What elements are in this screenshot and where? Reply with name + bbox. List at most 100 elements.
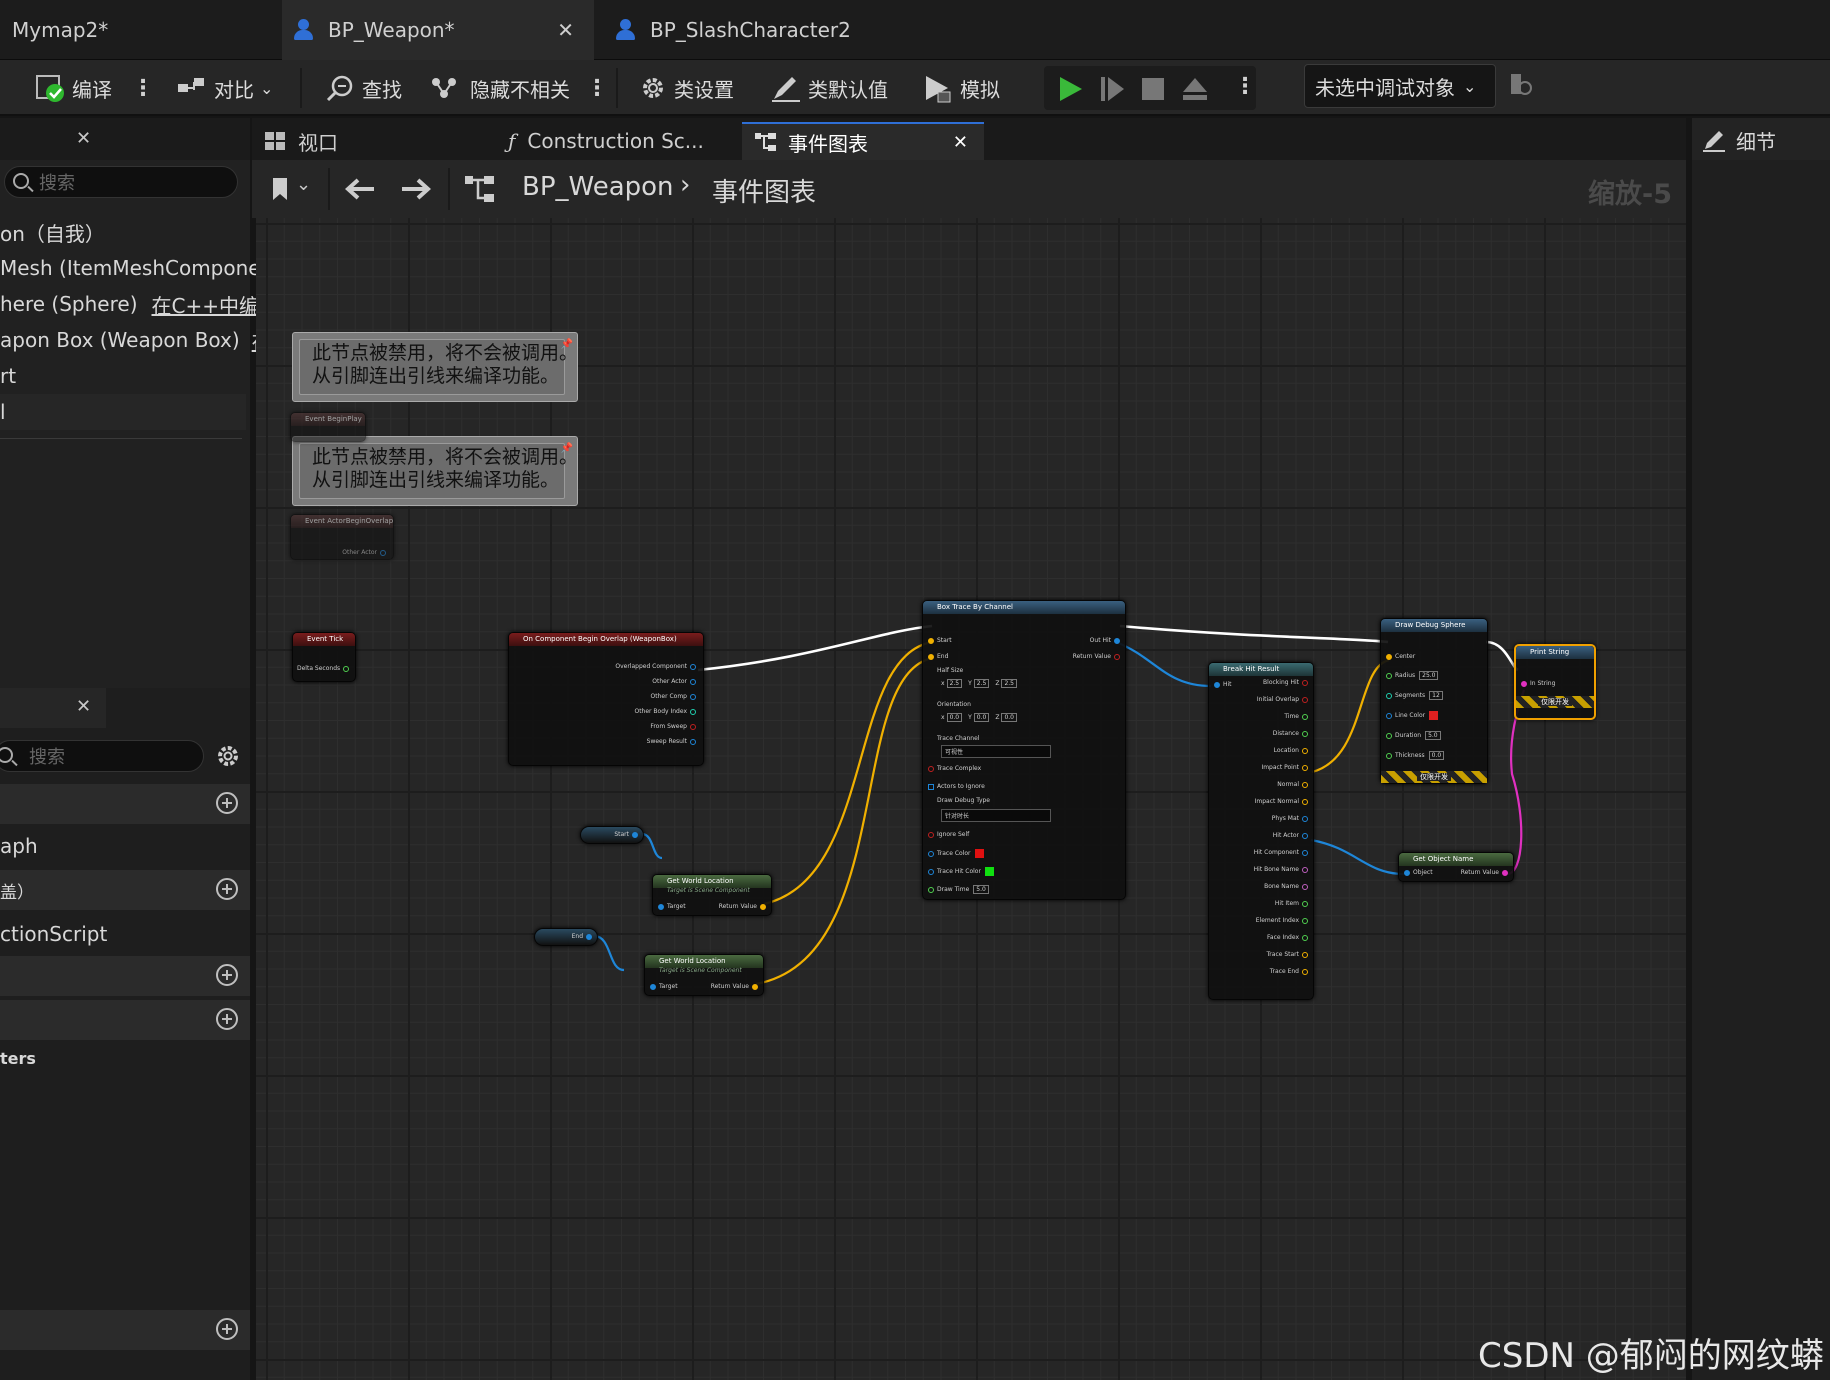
debug-target-select[interactable]: 未选中调试对象 ⌄ <box>1304 64 1496 108</box>
eject-icon[interactable] <box>1182 76 1208 102</box>
break-hit-output-pin[interactable]: Hit Component <box>1254 849 1311 856</box>
node-event-actor-begin-overlap[interactable]: Event ActorBeginOverlap Other Actor <box>290 514 394 560</box>
break-hit-output-pin[interactable]: Location <box>1274 747 1311 754</box>
tab-event-graph[interactable]: 事件图表 ✕ <box>742 122 984 160</box>
node-on-component-begin-overlap[interactable]: On Component Begin Overlap (WeaponBox) O… <box>508 632 704 766</box>
disabled-node-comment: 此节点被禁用，将不会被调用。 从引脚连出引线来编译功能。 📌 <box>292 436 578 506</box>
tab-bp-weapon[interactable]: BP_Weapon* ✕ <box>282 0 594 60</box>
compile-options-icon[interactable]: ⋮ <box>132 76 154 101</box>
tab-bp-slashcharacter2[interactable]: BP_SlashCharacter2 <box>600 0 900 60</box>
break-hit-output-pin[interactable]: Phys Mat <box>1272 815 1311 822</box>
break-hit-output-pin[interactable]: Distance <box>1273 730 1311 737</box>
section-functions[interactable]: 盖） <box>0 870 250 910</box>
node-break-hit-result[interactable]: Break Hit Result Hit Blocking Hit Initial… <box>1208 662 1314 1000</box>
close-icon[interactable]: ✕ <box>76 128 91 149</box>
break-hit-output-pin[interactable]: Hit Item <box>1275 900 1311 907</box>
hide-unrelated-button[interactable]: 隐藏不相关 <box>430 60 570 116</box>
gear-icon[interactable] <box>214 742 242 770</box>
category-item[interactable]: ters <box>0 1040 36 1076</box>
component-item-sphere[interactable]: here (Sphere) 在C++中编辑 <box>0 286 279 322</box>
section-variables[interactable] <box>0 1000 250 1040</box>
add-icon[interactable] <box>216 964 238 986</box>
back-arrow-icon[interactable] <box>344 176 376 202</box>
node-event-tick[interactable]: Event Tick Delta Seconds <box>292 632 356 682</box>
break-hit-output-pin[interactable]: Element Index <box>1256 917 1311 924</box>
chevron-down-icon: ⌄ <box>1463 76 1477 96</box>
development-only-banner: 仅限开发 <box>1516 696 1594 708</box>
play-options-icon[interactable]: ⋮ <box>1234 74 1256 99</box>
function-icon: ƒ <box>508 129 516 153</box>
search-icon <box>13 173 29 189</box>
details-pencil-icon <box>1703 131 1725 152</box>
section-macros[interactable] <box>0 956 250 996</box>
tab-label: BP_Weapon* <box>328 18 455 42</box>
node-get-world-location-1[interactable]: Get World Location Target is Scene Compo… <box>652 874 772 916</box>
chevron-down-icon[interactable]: ⌄ <box>296 174 311 195</box>
node-get-object-name[interactable]: Get Object Name Object Return Value <box>1398 852 1514 882</box>
component-item-weapon-box[interactable]: apon Box (Weapon Box)在( <box>0 322 279 358</box>
class-defaults-button[interactable]: 类默认值 <box>770 60 888 116</box>
close-icon[interactable]: ✕ <box>953 132 968 153</box>
hide-options-icon[interactable]: ⋮ <box>586 76 608 101</box>
details-tab-label[interactable]: 细节 <box>1736 126 1776 155</box>
bookmark-icon[interactable] <box>270 176 290 202</box>
component-item-mesh[interactable]: Mesh (ItemMeshComponent <box>0 250 281 286</box>
playback-controls: ⋮ <box>1044 66 1256 110</box>
break-hit-output-pin[interactable]: Impact Point <box>1261 764 1311 771</box>
variable-start[interactable]: Start <box>580 826 644 844</box>
break-hit-output-pin[interactable]: Initial Overlap <box>1257 696 1311 703</box>
break-hit-output-pin[interactable]: Time <box>1284 713 1311 720</box>
development-only-banner: 仅限开发 <box>1381 771 1487 783</box>
close-icon[interactable]: ✕ <box>76 696 91 717</box>
section-dispatchers[interactable] <box>0 1310 250 1350</box>
stop-icon[interactable] <box>1142 78 1164 100</box>
find-button[interactable]: 查找 <box>326 60 402 116</box>
break-hit-output-pin[interactable]: Normal <box>1277 781 1311 788</box>
node-print-string[interactable]: Print String In String 仅限开发 <box>1514 644 1596 720</box>
pin-icon[interactable]: 📌 <box>561 443 573 454</box>
break-hit-output-pin[interactable]: Blocking Hit <box>1263 679 1311 686</box>
find-icon <box>326 75 353 102</box>
break-hit-output-pin[interactable]: Face Index <box>1267 934 1311 941</box>
simulate-button[interactable]: 模拟 <box>922 60 1000 116</box>
forward-arrow-icon[interactable] <box>400 176 432 202</box>
function-item[interactable]: ctionScript <box>0 916 107 952</box>
add-icon[interactable] <box>216 1008 238 1030</box>
debug-filter-icon[interactable] <box>1508 72 1534 98</box>
break-hit-output-pin[interactable]: Impact Normal <box>1255 798 1311 805</box>
breadcrumb-bar: ⌄ BP_Weapon › 事件图表 缩放-5 <box>252 160 1686 218</box>
break-hit-output-pin[interactable]: Bone Name <box>1264 883 1311 890</box>
my-blueprint-search-input[interactable]: 搜索 <box>0 740 204 772</box>
break-hit-output-pin[interactable]: Trace Start <box>1267 951 1311 958</box>
variable-end[interactable]: End <box>534 928 598 946</box>
breadcrumb-graph[interactable]: 事件图表 <box>712 172 816 209</box>
section-graphs[interactable] <box>0 784 250 824</box>
event-graph-canvas[interactable]: 此节点被禁用，将不会被调用。 从引脚连出引线来编译功能。 📌 此节点被禁用，将不… <box>256 218 1686 1380</box>
node-event-beginplay[interactable]: Event BeginPlay <box>290 412 366 442</box>
pin-icon[interactable]: 📌 <box>561 339 573 350</box>
add-icon[interactable] <box>216 878 238 900</box>
tab-mymap2[interactable]: Mymap2* <box>0 0 280 60</box>
components-search-input[interactable]: 搜索 <box>4 166 238 198</box>
graph-item[interactable]: aph <box>0 828 38 864</box>
class-settings-button[interactable]: 类设置 <box>638 60 734 116</box>
component-item-self[interactable]: on（自我） <box>0 214 105 250</box>
component-item-start[interactable]: rt <box>0 358 16 394</box>
add-icon[interactable] <box>216 1318 238 1340</box>
close-icon[interactable]: ✕ <box>557 18 574 42</box>
break-hit-output-pin[interactable]: Trace End <box>1270 968 1311 975</box>
break-hit-output-pin[interactable]: Hit Bone Name <box>1254 866 1311 873</box>
step-icon[interactable] <box>1100 76 1126 102</box>
tab-construction-script[interactable]: ƒ Construction Sc... <box>508 122 704 160</box>
diff-button[interactable]: 对比 ⌄ <box>176 60 273 116</box>
breadcrumb-blueprint[interactable]: BP_Weapon <box>522 172 674 202</box>
node-draw-debug-sphere[interactable]: Draw Debug Sphere Center Radius 25.0 Segm… <box>1380 618 1488 784</box>
add-icon[interactable] <box>216 792 238 814</box>
node-get-world-location-2[interactable]: Get World Location Target is Scene Compo… <box>644 954 764 996</box>
node-box-trace-by-channel[interactable]: Box Trace By Channel Start End Half Size… <box>922 600 1126 900</box>
component-item-end[interactable]: l <box>0 394 246 430</box>
tab-viewport[interactable]: 视口 <box>264 122 338 160</box>
compile-button[interactable]: 编译 <box>36 60 112 116</box>
play-icon[interactable] <box>1058 76 1084 102</box>
break-hit-output-pin[interactable]: Hit Actor <box>1273 832 1311 839</box>
